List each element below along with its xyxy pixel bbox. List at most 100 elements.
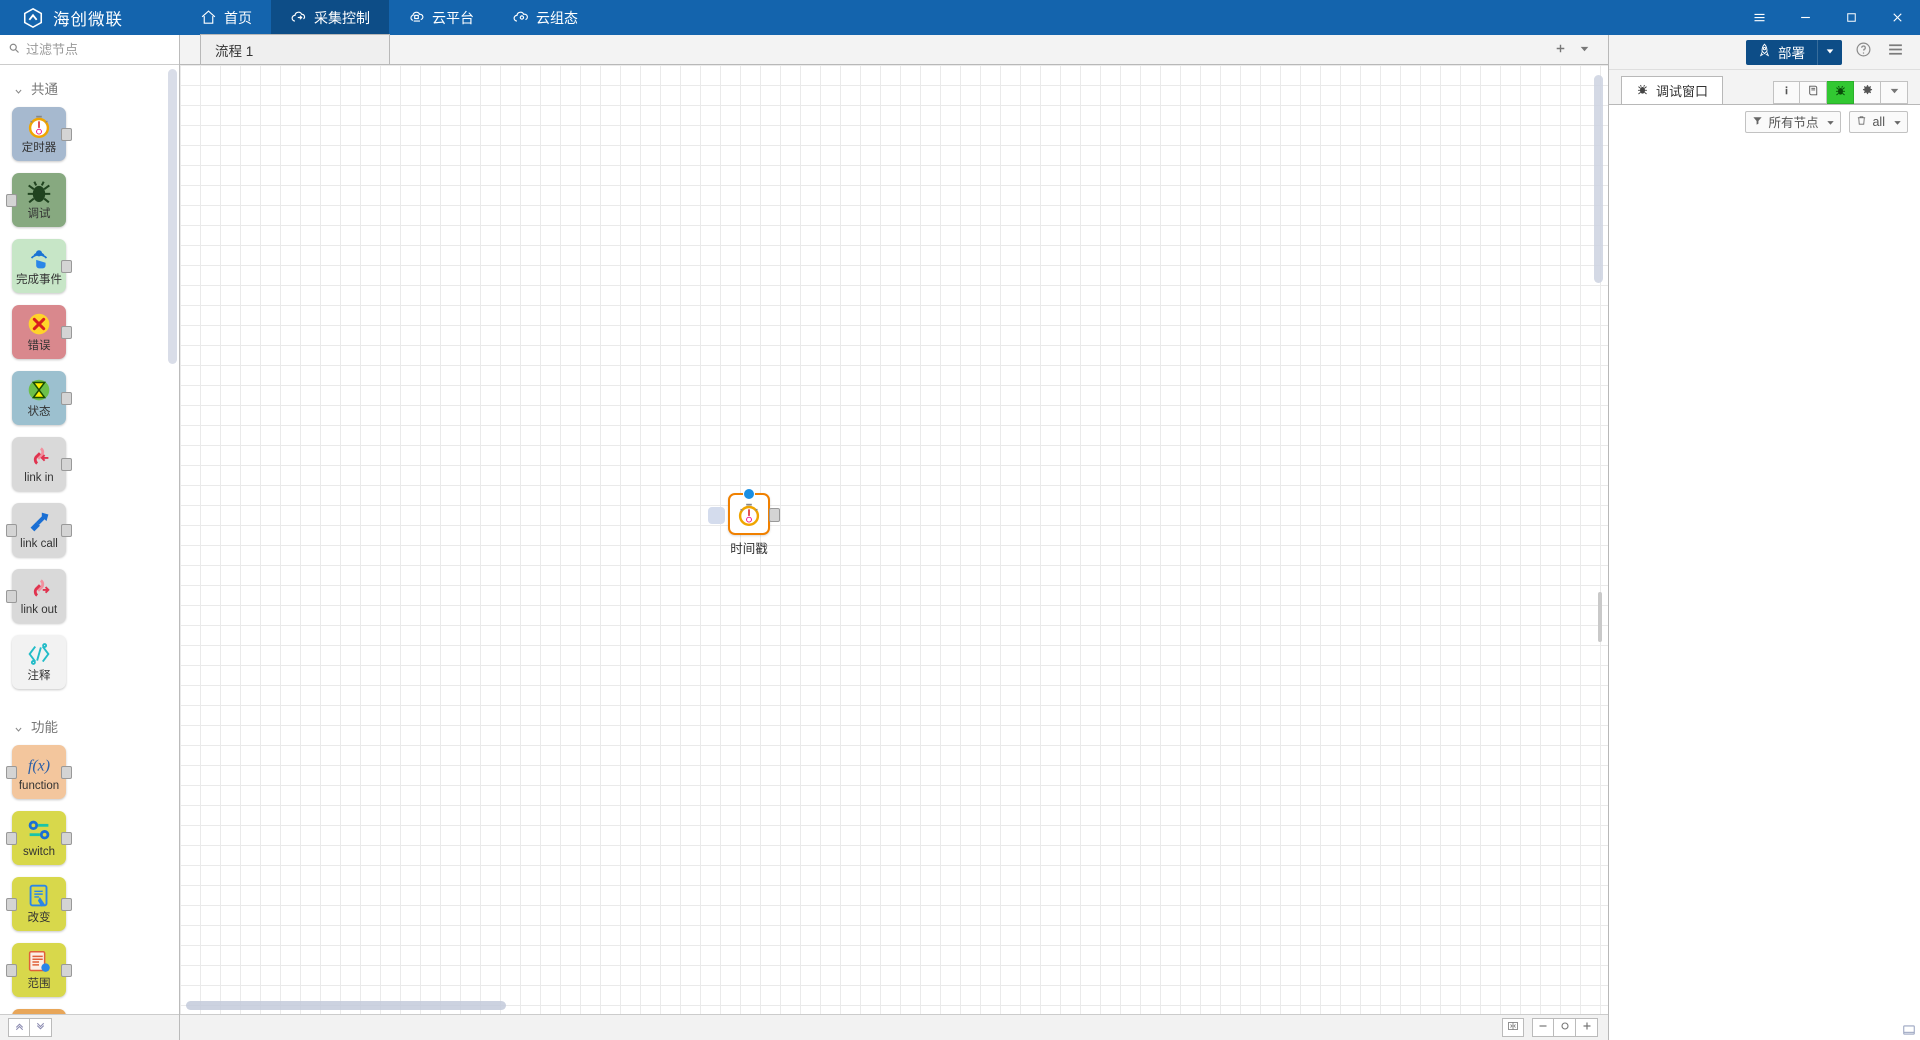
node-output-port[interactable] [61, 832, 72, 845]
sidebar-menu-button[interactable] [1884, 41, 1906, 63]
palette-node-status[interactable]: 状态 [12, 371, 84, 425]
canvas-node-timestamp[interactable]: 时间戳 [708, 488, 780, 557]
change-icon [24, 881, 54, 911]
palette-node-label: link out [20, 604, 58, 616]
palette-node-label: link call [20, 538, 58, 550]
node-input-port[interactable] [6, 590, 17, 603]
node-input-port[interactable] [6, 194, 17, 207]
palette-node-label: link in [24, 472, 54, 484]
fit-view-button[interactable] [1502, 1018, 1524, 1037]
help-button[interactable] [1852, 41, 1874, 63]
maximize-button[interactable] [1828, 0, 1874, 35]
palette-node-label: 注释 [27, 670, 51, 682]
nav-item-cloud-platform[interactable]: 云平台 [389, 0, 493, 35]
palette-node-label: switch [23, 846, 55, 858]
nav-label-cloud-platform: 云平台 [432, 9, 474, 26]
node-output-port[interactable] [769, 508, 780, 522]
canvas-resize-handle[interactable] [1598, 592, 1602, 642]
flow-tab-1[interactable]: 流程 1 [200, 34, 390, 64]
palette-node-link-out[interactable]: link out [6, 569, 84, 623]
sidebar-tab-debug[interactable]: 调试窗口 [1621, 76, 1724, 104]
node-input-port[interactable] [6, 832, 17, 845]
node-input-port[interactable] [6, 898, 17, 911]
palette-scrollbar[interactable] [168, 69, 177, 364]
canvas-footer [180, 1014, 1608, 1040]
palette-node-label: 范围 [27, 978, 51, 990]
minimize-button[interactable] [1782, 0, 1828, 35]
node-output-port[interactable] [61, 326, 72, 339]
flow-tab-menu-button[interactable] [1574, 41, 1594, 61]
palette-node-debug[interactable]: 调试 [6, 173, 84, 227]
palette-node-function[interactable]: f(x) function [6, 745, 84, 799]
collapse-all-button[interactable] [8, 1018, 30, 1037]
config-tab-button[interactable] [1854, 81, 1881, 104]
palette-node-error[interactable]: 错误 [12, 305, 84, 359]
palette-node-timer[interactable]: 定时器 [12, 107, 84, 161]
palette-category-common[interactable]: 共通 [0, 69, 179, 105]
palette-node-complete-event[interactable]: 完成事件 [12, 239, 84, 293]
zoom-reset-button[interactable] [1554, 1018, 1576, 1037]
nav-item-cloud-config[interactable]: 云组态 [493, 0, 597, 35]
hourglass-icon [24, 375, 54, 405]
flow-canvas[interactable]: 时间戳 [180, 65, 1608, 1014]
app-menu-button[interactable] [1736, 0, 1782, 35]
node-input-port[interactable] [6, 964, 17, 977]
node-output-port[interactable] [61, 260, 72, 273]
palette-node-switch[interactable]: switch [6, 811, 84, 865]
palette-node-link-call[interactable]: link call [6, 503, 84, 557]
node-output-port[interactable] [61, 458, 72, 471]
expand-all-button[interactable] [30, 1018, 52, 1037]
node-input-port[interactable] [6, 766, 17, 779]
info-icon [1780, 84, 1793, 102]
deploy-options-button[interactable] [1817, 39, 1842, 65]
right-sidebar: 部署 调试窗口 所有节点 all [1608, 35, 1920, 1040]
node-status-badge [743, 488, 755, 500]
palette-node-range[interactable]: 范围 [6, 943, 84, 997]
error-x-icon [24, 309, 54, 339]
node-drag-ghost-port [708, 507, 725, 524]
canvas-vertical-scrollbar[interactable] [1594, 75, 1603, 283]
more-tabs-button[interactable] [1881, 81, 1908, 104]
debug-node-filter[interactable]: 所有节点 [1745, 110, 1842, 133]
zoom-in-button[interactable] [1576, 1018, 1598, 1037]
node-output-port[interactable] [61, 524, 72, 537]
palette-node-template[interactable]: 模板 [12, 1009, 84, 1014]
palette-scroll-area[interactable]: 共通 定时器 调试 完成事件 错误 状态 link in link call l… [0, 65, 179, 1014]
chevron-down-icon [1892, 117, 1901, 126]
node-input-port[interactable] [6, 524, 17, 537]
debug-message-list[interactable] [1609, 134, 1920, 1040]
resize-corner-icon[interactable] [1902, 1023, 1916, 1037]
chevron-down-icon [14, 722, 23, 732]
nav-item-home[interactable]: 首页 [181, 0, 271, 35]
nav-item-acquisition-control[interactable]: 采集控制 [271, 0, 389, 35]
tap-signal-icon [24, 243, 54, 273]
zoom-out-button[interactable] [1532, 1018, 1554, 1037]
question-circle-icon [1855, 41, 1872, 63]
chevron-down-icon [1888, 84, 1901, 102]
debug-clear-button[interactable]: all [1849, 110, 1908, 133]
fx-icon: f(x) [24, 749, 54, 779]
palette-node-link-in[interactable]: link in [12, 437, 84, 491]
info-tab-button[interactable] [1773, 81, 1800, 104]
palette-category-function[interactable]: 功能 [0, 707, 179, 743]
node-output-port[interactable] [61, 964, 72, 977]
node-output-port[interactable] [61, 392, 72, 405]
deploy-button-main[interactable]: 部署 [1746, 42, 1817, 62]
add-flow-button[interactable] [1550, 41, 1570, 61]
debug-tab-button[interactable] [1827, 81, 1854, 104]
canvas-node-body[interactable] [708, 488, 780, 535]
node-output-port[interactable] [61, 766, 72, 779]
debug-node-filter-label: 所有节点 [1768, 116, 1819, 130]
filter-icon [1752, 115, 1763, 129]
node-output-port[interactable] [61, 128, 72, 141]
comment-icon [24, 639, 54, 669]
deploy-button[interactable]: 部署 [1746, 39, 1842, 65]
canvas-node-label: 时间戳 [730, 542, 768, 556]
close-button[interactable] [1874, 0, 1920, 35]
help-tab-button[interactable] [1800, 81, 1827, 104]
palette-node-comment[interactable]: 注释 [12, 635, 84, 689]
palette-node-change[interactable]: 改变 [6, 877, 84, 931]
canvas-horizontal-scrollbar[interactable] [186, 1001, 506, 1010]
node-output-port[interactable] [61, 898, 72, 911]
search-input[interactable] [26, 42, 171, 57]
